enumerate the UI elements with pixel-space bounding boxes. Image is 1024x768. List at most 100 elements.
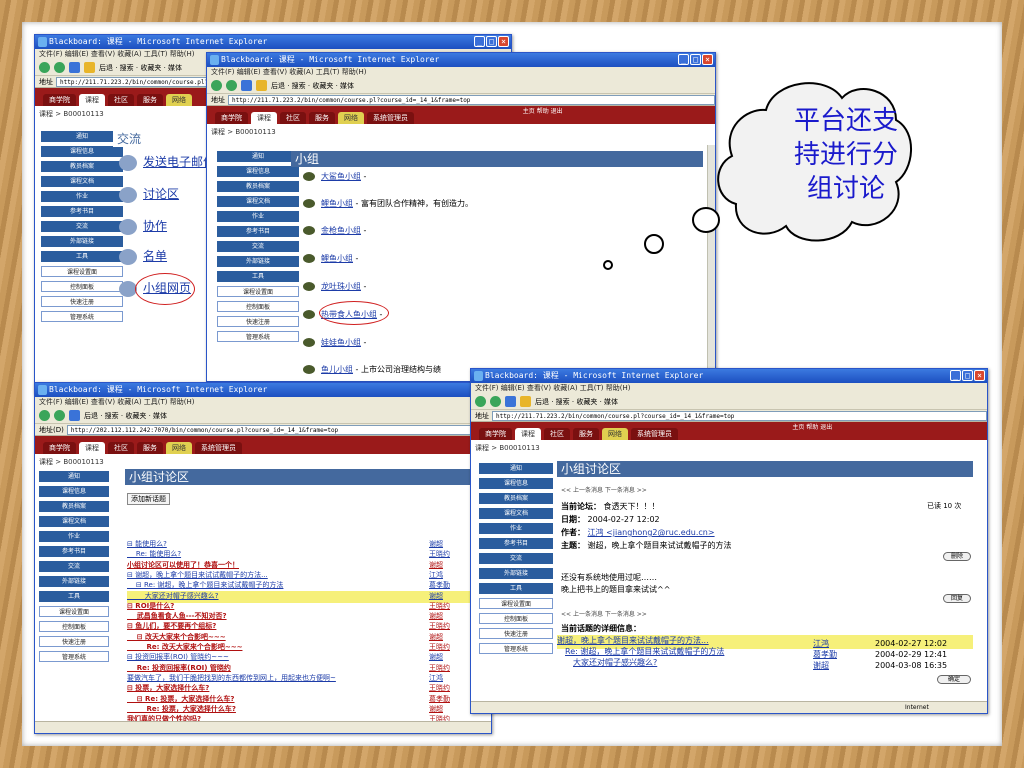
group-row[interactable]: 鲤鱼小组 - bbox=[303, 253, 358, 264]
back-icon[interactable] bbox=[39, 62, 50, 73]
nav-mini-links[interactable]: 主页 帮助 退出 bbox=[792, 424, 832, 432]
menu-item[interactable]: 工具 bbox=[41, 251, 123, 262]
thread-detail-title[interactable]: Re: 谢超，晚上拿个题目来试试戴帽子的方法 bbox=[557, 646, 813, 657]
menu-item[interactable]: 作业 bbox=[41, 191, 123, 202]
menu-item[interactable]: 课程信息 bbox=[479, 478, 553, 489]
menubar[interactable]: 文件(F) 编辑(E) 查看(V) 收藏(A) 工具(T) 帮助(H) bbox=[35, 397, 491, 408]
menu-item[interactable]: 参考书目 bbox=[217, 226, 299, 237]
tab-course[interactable]: 课程 bbox=[515, 428, 541, 440]
minimize-icon[interactable]: _ bbox=[950, 370, 961, 381]
stop-icon[interactable] bbox=[69, 62, 80, 73]
tab-community[interactable]: 社区 bbox=[280, 112, 306, 124]
tab-community[interactable]: 社区 bbox=[108, 442, 134, 454]
thread-author[interactable]: 谢超 bbox=[429, 539, 443, 549]
menu-item[interactable]: 课程信息 bbox=[41, 146, 123, 157]
tab-service[interactable]: 服务 bbox=[137, 442, 163, 454]
thread-title[interactable]: ⊟ ROI是什么? bbox=[127, 601, 427, 611]
thread-author[interactable]: 谢超 bbox=[429, 611, 443, 621]
thread-detail-title[interactable]: 大家还对帽子感兴趣么? bbox=[557, 657, 813, 668]
thread-author[interactable]: 王晓约 bbox=[429, 549, 450, 559]
menu-item[interactable]: 工具 bbox=[217, 271, 299, 282]
thread-author[interactable]: 葛孝勤 bbox=[429, 694, 450, 704]
menu-item[interactable]: 交流 bbox=[41, 221, 123, 232]
menu-item[interactable]: 管理系统 bbox=[479, 643, 553, 654]
tab-network[interactable]: 网络 bbox=[166, 94, 192, 106]
tab-service[interactable]: 服务 bbox=[309, 112, 335, 124]
group-row[interactable]: 龙吐珠小组 - bbox=[303, 281, 366, 292]
comm-item-collab[interactable]: 协作 bbox=[119, 217, 167, 235]
close-icon[interactable]: × bbox=[498, 36, 509, 47]
group-row[interactable]: 鲤鱼小组 - 富有团队合作精神，有创造力。 bbox=[303, 198, 473, 209]
thread-author[interactable]: 谢超 bbox=[429, 591, 443, 601]
menu-item[interactable]: 快速注册 bbox=[41, 296, 123, 307]
ok-button[interactable]: 确定 bbox=[937, 675, 971, 684]
back-icon[interactable] bbox=[39, 410, 50, 421]
tab-school[interactable]: 商学院 bbox=[43, 94, 76, 106]
thread-title[interactable]: ⊟ Re: 谢超，晚上拿个题目来试试戴帽子的方法 bbox=[127, 580, 427, 590]
thread-author[interactable]: 江鸿 bbox=[429, 673, 443, 683]
menu-item[interactable]: 外部链接 bbox=[217, 256, 299, 267]
forward-icon[interactable] bbox=[54, 410, 65, 421]
tab-course[interactable]: 课程 bbox=[79, 442, 105, 454]
thread-title[interactable]: ⊟ 投资回报率(ROI) 管晓约~~~ bbox=[127, 652, 427, 662]
menu-item[interactable]: 控制面板 bbox=[41, 281, 123, 292]
forward-icon[interactable] bbox=[54, 62, 65, 73]
close-icon[interactable]: × bbox=[974, 370, 985, 381]
thread-detail-author[interactable]: 谢超 bbox=[813, 660, 875, 671]
tab-network[interactable]: 网络 bbox=[338, 112, 364, 124]
delete-button[interactable]: 删除 bbox=[943, 552, 971, 561]
menu-item[interactable]: 通知 bbox=[41, 131, 123, 142]
menu-item[interactable]: 教员档案 bbox=[479, 493, 553, 504]
tab-network[interactable]: 网络 bbox=[602, 428, 628, 440]
group-row[interactable]: 鱼儿小组 - 上市公司治理结构与绩 bbox=[303, 364, 441, 375]
tab-community[interactable]: 社区 bbox=[108, 94, 134, 106]
home-icon[interactable] bbox=[84, 62, 95, 73]
message-pager[interactable]: << 上一条消息 下一条消息 >> bbox=[561, 609, 647, 618]
menu-item[interactable]: 管理系统 bbox=[39, 651, 109, 662]
menu-item[interactable]: 教员档案 bbox=[217, 181, 299, 192]
group-row[interactable]: 大鲨鱼小组 - bbox=[303, 171, 366, 182]
forward-icon[interactable] bbox=[490, 396, 501, 407]
menu-item[interactable]: 交流 bbox=[479, 553, 553, 564]
tab-network[interactable]: 网络 bbox=[166, 442, 192, 454]
stop-icon[interactable] bbox=[69, 410, 80, 421]
menu-item[interactable]: 快速注册 bbox=[217, 316, 299, 327]
menu-item[interactable]: 作业 bbox=[39, 531, 109, 542]
thread-author[interactable]: 王晓约 bbox=[429, 642, 450, 652]
menu-item[interactable]: 外部链接 bbox=[479, 568, 553, 579]
thread-author[interactable]: 谢超 bbox=[429, 560, 443, 570]
maximize-icon[interactable]: □ bbox=[486, 36, 497, 47]
menu-item[interactable]: 参考书目 bbox=[41, 206, 123, 217]
home-icon[interactable] bbox=[520, 396, 531, 407]
menu-item[interactable]: 快速注册 bbox=[39, 636, 109, 647]
tab-sysadmin[interactable]: 系统管理员 bbox=[631, 428, 678, 440]
thread-title[interactable]: ⊟ Re: 投票，大家选择什么车? bbox=[127, 694, 427, 704]
menu-item[interactable]: 外部链接 bbox=[41, 236, 123, 247]
thread-author[interactable]: 谢超 bbox=[429, 632, 443, 642]
add-topic-button[interactable]: 添加新话题 bbox=[127, 493, 170, 505]
maximize-icon[interactable]: □ bbox=[962, 370, 973, 381]
menu-item[interactable]: 交流 bbox=[39, 561, 109, 572]
menu-item[interactable]: 控制面板 bbox=[479, 613, 553, 624]
stop-icon[interactable] bbox=[241, 80, 252, 91]
thread-author[interactable]: 谢超 bbox=[429, 704, 443, 714]
thread-detail-row[interactable]: 大家还对帽子感兴趣么? 谢超 2004-03-08 16:35 bbox=[557, 657, 973, 671]
menu-item[interactable]: 课程文档 bbox=[479, 508, 553, 519]
menu-item[interactable]: 通知 bbox=[217, 151, 299, 162]
address-input[interactable]: http://202.112.112.242:7070/bin/common/c… bbox=[66, 424, 491, 435]
menu-item[interactable]: 快速注册 bbox=[479, 628, 553, 639]
thread-title[interactable]: 小组讨论区可以使用了！恭喜一个！ bbox=[127, 560, 427, 570]
tab-service[interactable]: 服务 bbox=[137, 94, 163, 106]
menubar[interactable]: 文件(F) 编辑(E) 查看(V) 收藏(A) 工具(T) 帮助(H) bbox=[471, 383, 987, 394]
thread-title[interactable]: Re: 改天大家来个合影吧~~~ bbox=[127, 642, 427, 652]
group-row[interactable]: 金枪鱼小组 - bbox=[303, 225, 366, 236]
minimize-icon[interactable]: _ bbox=[474, 36, 485, 47]
menu-item[interactable]: 课程设置面 bbox=[39, 606, 109, 617]
tab-sysadmin[interactable]: 系统管理员 bbox=[367, 112, 414, 124]
menu-item[interactable]: 课程信息 bbox=[39, 486, 109, 497]
thread-title[interactable]: Re: 投票，大家选择什么车? bbox=[127, 704, 427, 714]
thread-author[interactable]: 王晓约 bbox=[429, 683, 450, 693]
back-icon[interactable] bbox=[211, 80, 222, 91]
menu-item[interactable]: 工具 bbox=[479, 583, 553, 594]
thread-title[interactable]: 武昌鱼看食人鱼---不知对否? bbox=[127, 611, 427, 621]
